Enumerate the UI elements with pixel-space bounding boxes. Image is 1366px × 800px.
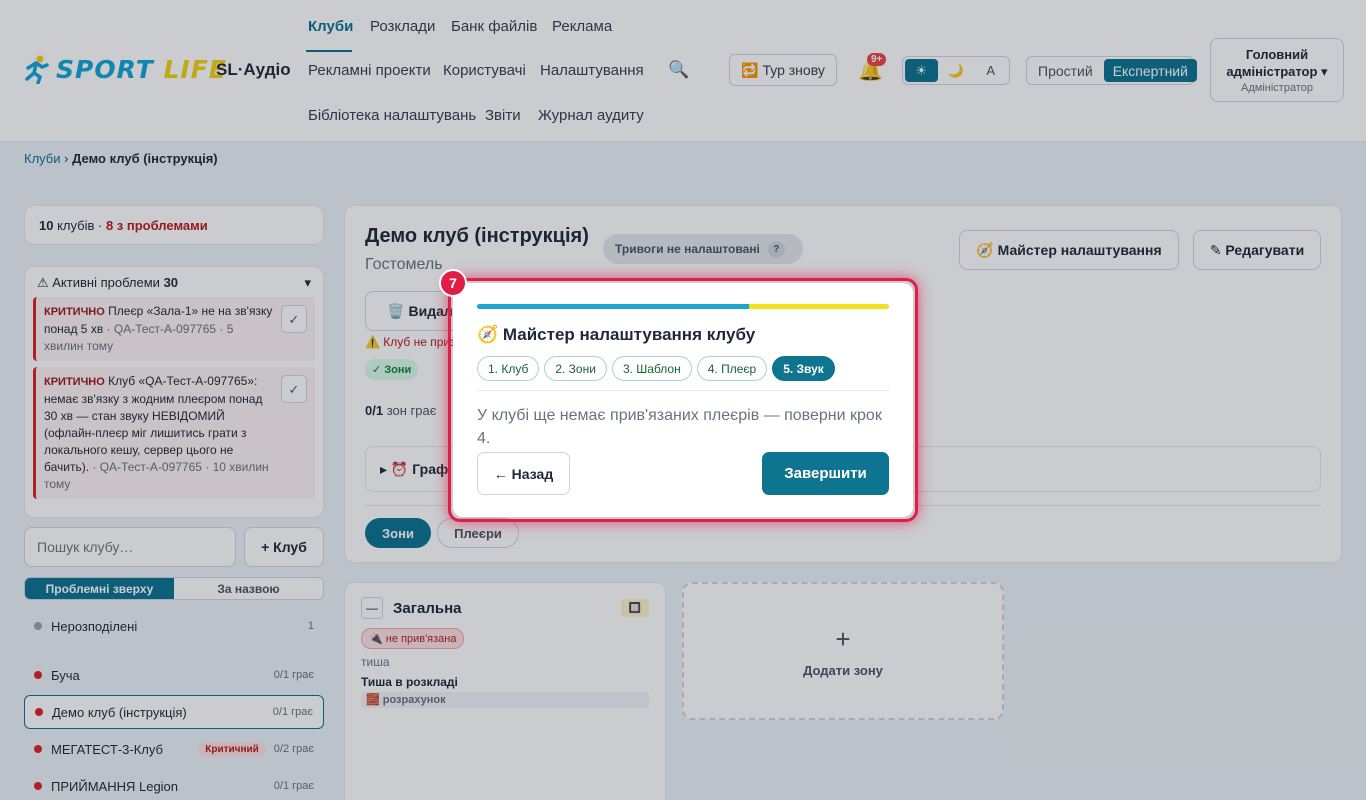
back-button[interactable]: ← Назад bbox=[477, 452, 570, 495]
wizard-progress-bar bbox=[477, 304, 889, 309]
wizard-step-zones[interactable]: 2. Зони bbox=[544, 356, 607, 381]
wizard-step-club[interactable]: 1. Клуб bbox=[477, 356, 540, 381]
wizard-progress-fill bbox=[477, 304, 749, 309]
wizard-title: 🧭 Майстер налаштування клубу bbox=[477, 325, 756, 344]
tour-step-badge: 7 bbox=[439, 269, 467, 297]
divider bbox=[477, 390, 889, 391]
wizard-step-sound[interactable]: 5. Звук bbox=[772, 356, 835, 381]
finish-button[interactable]: Завершити bbox=[762, 452, 889, 495]
wizard-step-player[interactable]: 4. Плеєр bbox=[696, 356, 768, 381]
wizard-steps: 1. Клуб 2. Зони 3. Шаблон 4. Плеєр 5. Зв… bbox=[477, 356, 835, 381]
wizard-message: У клубі ще немає прив'язаних плеєрів — п… bbox=[477, 407, 882, 447]
wizard-step-template[interactable]: 3. Шаблон bbox=[611, 356, 692, 381]
setup-wizard-modal: 🧭 Майстер налаштування клубу 1. Клуб 2. … bbox=[453, 283, 913, 517]
